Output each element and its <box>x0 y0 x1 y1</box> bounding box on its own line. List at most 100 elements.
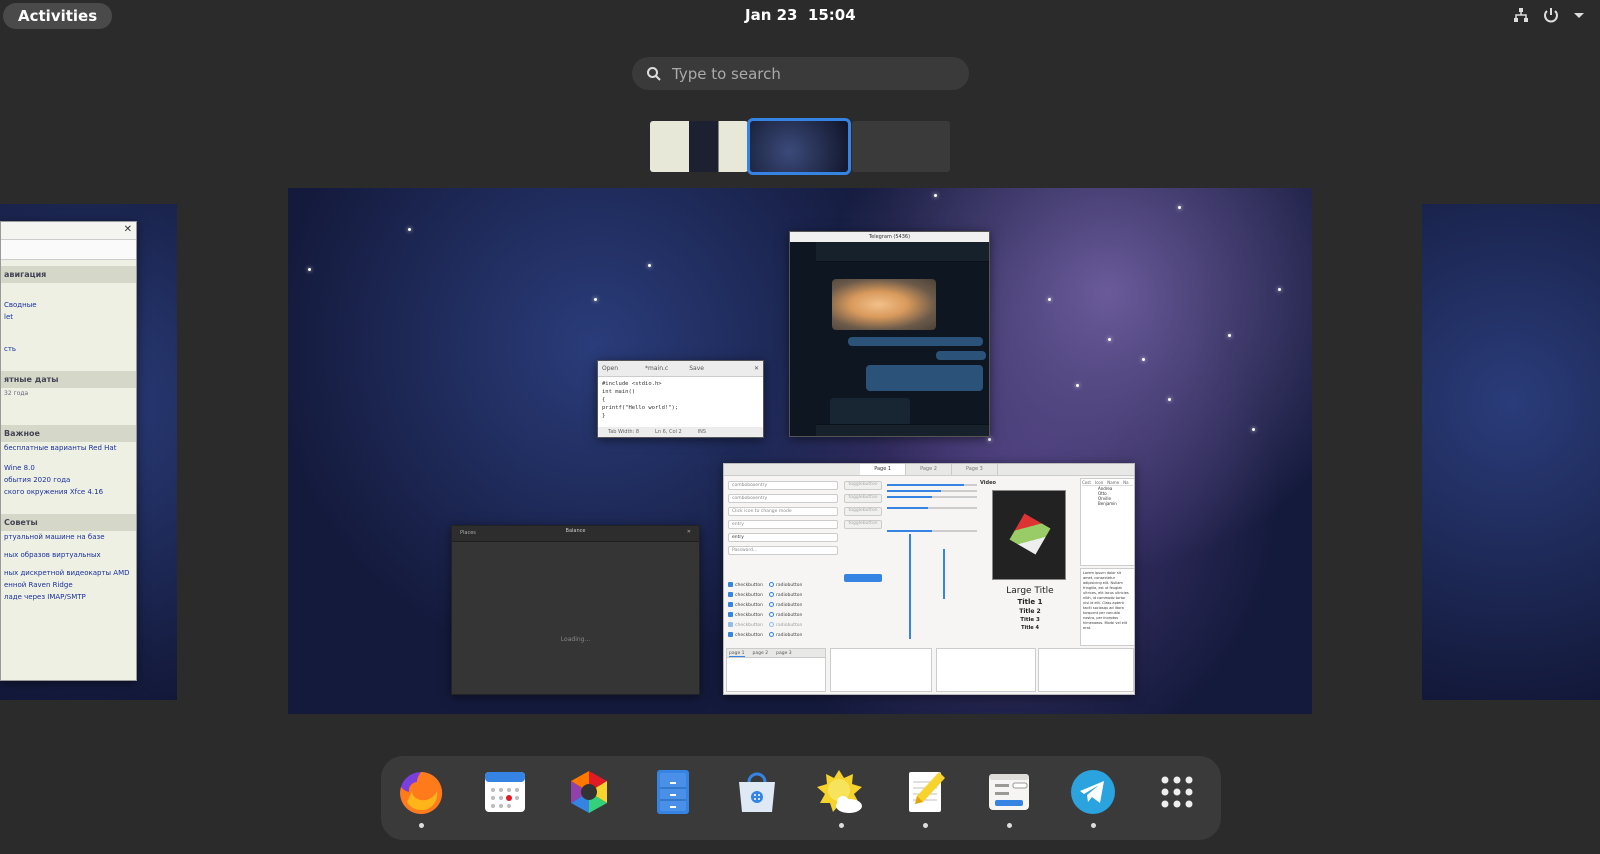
message-bubble[interactable] <box>848 337 983 346</box>
slider[interactable] <box>887 484 977 486</box>
checkbutton[interactable]: checkbutton radiobutton <box>728 602 802 608</box>
browser-toolbar[interactable] <box>1 240 136 260</box>
checkbutton[interactable]: checkbutton radiobutton <box>728 612 802 618</box>
workspace-thumbnail-1[interactable] <box>650 121 748 172</box>
text-entry[interactable]: Click icon to change mode <box>728 507 838 516</box>
checkbutton[interactable]: checkbutton radiobutton <box>728 632 802 638</box>
notebook-tab[interactable]: page 1 <box>729 651 745 657</box>
notebook-tab[interactable]: page 3 <box>776 651 792 656</box>
checkbutton[interactable]: checkbutton radiobutton <box>728 622 802 628</box>
notebook[interactable] <box>936 648 1036 692</box>
slider[interactable] <box>887 530 977 532</box>
browser-window[interactable]: ✕ авигация Сводные let сть ятные даты 32… <box>0 221 137 681</box>
link[interactable]: ладе через IMAP/SMTP <box>1 591 136 603</box>
workspace-thumbnail-3[interactable] <box>852 121 950 172</box>
link[interactable]: обытия 2020 года <box>1 474 136 486</box>
close-icon[interactable]: ✕ <box>754 365 759 372</box>
link[interactable]: енной Raven Ridge <box>1 579 136 591</box>
network-icon[interactable] <box>1512 6 1530 24</box>
balance-label: Balance <box>565 528 586 534</box>
running-indicator <box>839 823 844 828</box>
show-apps-icon[interactable] <box>1153 768 1201 816</box>
text-view[interactable]: Lorem ipsum dolor sit amet, consectetur … <box>1080 568 1134 646</box>
search-bar[interactable] <box>632 57 969 90</box>
weather-icon[interactable] <box>817 768 865 816</box>
running-indicator <box>419 823 424 828</box>
link[interactable]: ных образов виртуальных <box>1 549 136 561</box>
chevron-down-icon[interactable] <box>1572 6 1590 24</box>
tree-view[interactable]: Cost Icon Name Na Andrea Otto Orville Benja… <box>1080 478 1134 566</box>
tree-row[interactable]: Benjamin <box>1082 501 1133 506</box>
tab-page-1[interactable]: Page 1 <box>860 464 907 475</box>
settings-icon[interactable] <box>985 768 1033 816</box>
photos-icon[interactable] <box>565 768 613 816</box>
video-player[interactable] <box>992 490 1066 580</box>
workspace-thumbnail-2[interactable] <box>747 118 851 175</box>
close-icon[interactable]: ✕ <box>124 224 132 235</box>
chat-header[interactable] <box>816 242 989 262</box>
link[interactable]: ртуальной машине на базе <box>1 531 136 543</box>
tab-page-2[interactable]: Page 2 <box>906 464 952 475</box>
text-editor-window[interactable]: Open *main.c Save ✕ #include <stdio.h> i… <box>597 360 764 438</box>
activities-button[interactable]: Activities <box>3 3 113 29</box>
link[interactable]: let <box>1 311 136 323</box>
telegram-icon[interactable] <box>1069 768 1117 816</box>
search-icon <box>647 66 661 81</box>
search-input[interactable] <box>672 64 942 83</box>
workspace-right-preview[interactable] <box>1422 204 1600 700</box>
link[interactable]: бесплатные варианты Red Hat <box>1 442 136 454</box>
telegram-window[interactable]: Telegram (5436) <box>789 231 990 437</box>
places-headerbar: Places Balance ✕ <box>452 526 699 542</box>
software-icon[interactable] <box>733 768 781 816</box>
link[interactable]: ского окружения Xfce 4.16 <box>1 486 136 498</box>
link[interactable]: сть <box>1 343 136 355</box>
notebook[interactable] <box>830 648 932 692</box>
password-entry[interactable]: Password... <box>728 546 838 555</box>
widget-factory-window[interactable]: Page 1 Page 2 Page 3 comboboxentry combo… <box>723 463 1135 695</box>
text-editor-icon[interactable] <box>901 768 949 816</box>
folder-rail[interactable] <box>790 242 816 436</box>
power-icon[interactable] <box>1542 6 1560 24</box>
checkbutton[interactable]: checkbutton radiobutton <box>728 582 802 588</box>
text-entry[interactable]: entry <box>728 533 838 542</box>
save-button[interactable]: Save <box>689 365 704 372</box>
browser-titlebar[interactable]: ✕ <box>1 222 136 240</box>
message-bubble[interactable] <box>830 398 910 426</box>
gif-message[interactable] <box>832 279 936 330</box>
system-tray[interactable] <box>1512 6 1590 24</box>
close-icon[interactable]: ✕ <box>687 529 691 535</box>
code-area[interactable]: #include <stdio.h> int main() { printf("… <box>598 377 763 423</box>
combobox-entry[interactable]: comboboxentry <box>728 481 838 490</box>
message-bubble[interactable] <box>866 365 983 391</box>
message-bubble[interactable] <box>936 351 986 360</box>
slider[interactable] <box>887 507 977 509</box>
calendar-icon[interactable] <box>481 768 529 816</box>
vertical-slider[interactable] <box>909 534 911 639</box>
toggle-button[interactable]: togglebutton <box>844 507 882 516</box>
notebook[interactable] <box>1038 648 1134 692</box>
suggested-button[interactable] <box>844 574 882 582</box>
files-icon[interactable] <box>649 768 697 816</box>
firefox-icon[interactable] <box>397 768 445 816</box>
notebook-tab[interactable]: page 2 <box>753 651 769 656</box>
tab-page-3[interactable]: Page 3 <box>952 464 998 475</box>
tab-width-selector[interactable]: Tab Width: 8 <box>608 429 639 435</box>
combobox-entry[interactable]: comboboxentry <box>728 494 838 503</box>
notebook[interactable]: page 1 page 2 page 3 <box>726 648 826 692</box>
cursor-position[interactable]: Ln 6, Col 2 <box>655 429 682 435</box>
link[interactable]: Сводные <box>1 299 136 311</box>
link[interactable]: Wine 8.0 <box>1 462 136 474</box>
checkbutton[interactable]: checkbutton radiobutton <box>728 592 802 598</box>
chat-messages[interactable] <box>816 262 989 426</box>
large-title: Large Title <box>1006 586 1054 596</box>
open-button[interactable]: Open <box>602 365 618 372</box>
link[interactable]: ных дискретной видеокарты AMD <box>1 567 136 579</box>
toggle-button[interactable]: togglebutton <box>844 520 882 529</box>
message-input[interactable] <box>816 424 989 436</box>
toggle-button[interactable]: togglebutton <box>844 494 882 503</box>
toggle-button[interactable]: togglebutton <box>844 481 882 490</box>
clock[interactable]: Jan 23 15:04 <box>745 6 856 24</box>
vertical-slider[interactable] <box>943 549 945 599</box>
places-window[interactable]: Places Balance ✕ Loading... <box>451 525 700 695</box>
text-entry[interactable]: entry <box>728 520 838 529</box>
